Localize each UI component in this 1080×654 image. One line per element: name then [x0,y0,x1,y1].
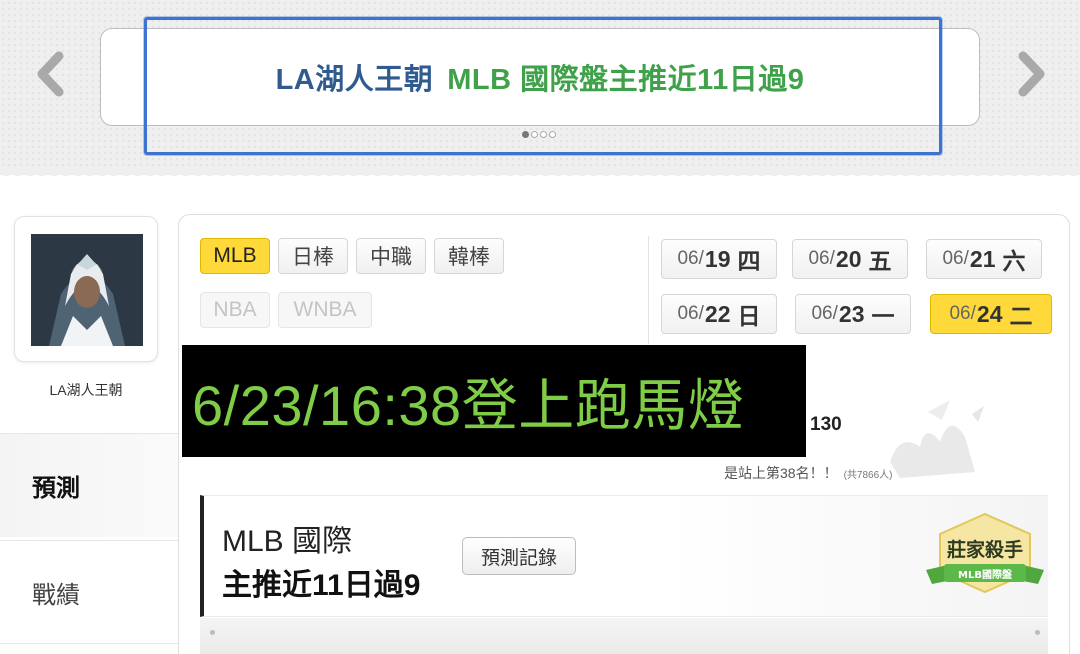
date-day: 22 [704,300,731,327]
date-chip-0623[interactable]: 06/23 一 [795,294,911,334]
date-day: 24 [976,300,1003,327]
date-month: 06/ [811,303,838,324]
badge-subtitle: MLB國際盤 [958,568,1013,581]
date-chip-0620[interactable]: 06/20 五 [792,239,908,279]
date-weekday: 四 [737,248,761,274]
date-weekday: 二 [1009,303,1033,329]
filter-divider [648,236,649,344]
sidebar-tab-record[interactable]: 戰績 [0,540,178,644]
next-card-edge [200,618,1048,654]
scallop-edge [0,170,1080,182]
sidebar-tab-predictions[interactable]: 預測 [0,433,178,537]
league-chip-npb[interactable]: 日棒 [278,238,348,274]
date-chip-0624[interactable]: 06/24 二 [930,294,1052,334]
date-month: 06/ [677,248,704,269]
score-value: 130 [810,414,842,435]
rivet-right [1035,630,1040,635]
date-day: 23 [838,300,865,327]
profile-username: LA湖人王朝 [49,382,123,398]
league-chip-kbo[interactable]: 韓棒 [434,238,504,274]
overlay-caption: 6/23/16:38登上跑馬燈 [182,345,806,457]
date-month: 06/ [677,303,704,324]
date-chip-0621[interactable]: 06/21 六 [926,239,1042,279]
rank-text: 是站上第38名！！ (共7866人) [724,463,892,483]
badge-title: 莊家殺手 [947,538,1023,561]
date-weekday: 日 [737,303,761,329]
user-avatar-icon [31,234,143,346]
marquee-next-button[interactable] [1010,48,1054,100]
date-day: 21 [969,245,996,272]
brush-decoration-icon [890,400,984,478]
league-chip-nba[interactable]: NBA [200,292,270,328]
chevron-left-icon [37,51,64,97]
highlight-annotation-frame [144,17,942,155]
date-month: 06/ [949,303,976,324]
date-chip-0622[interactable]: 06/22 日 [661,294,777,334]
date-day: 19 [704,245,731,272]
league-chip-cpbl[interactable]: 中職 [356,238,426,274]
date-chip-0619[interactable]: 06/19 四 [661,239,777,279]
date-month: 06/ [942,248,969,269]
prediction-league: MLB 國際 [222,525,353,558]
date-month: 06/ [808,248,835,269]
prediction-title: 主推近11日過9 [222,569,421,602]
chevron-right-icon [1018,51,1045,97]
date-weekday: 六 [1002,248,1026,274]
avatar [31,234,143,346]
date-weekday: 五 [868,248,892,274]
rivet-left [210,630,215,635]
banker-killer-badge-icon: 莊家殺手 MLB國際盤 [926,512,1044,594]
marquee-prev-button[interactable] [28,48,72,100]
league-chip-mlb[interactable]: MLB [200,238,270,274]
prediction-record-button[interactable]: 預測記錄 [462,537,576,575]
date-weekday: 一 [871,303,895,329]
date-day: 20 [835,245,862,272]
avatar-card[interactable] [14,216,158,362]
rank-label: 是站上第38名！！ [724,465,838,481]
league-chip-wnba[interactable]: WNBA [278,292,372,328]
rank-total: (共7866人) [843,470,893,481]
